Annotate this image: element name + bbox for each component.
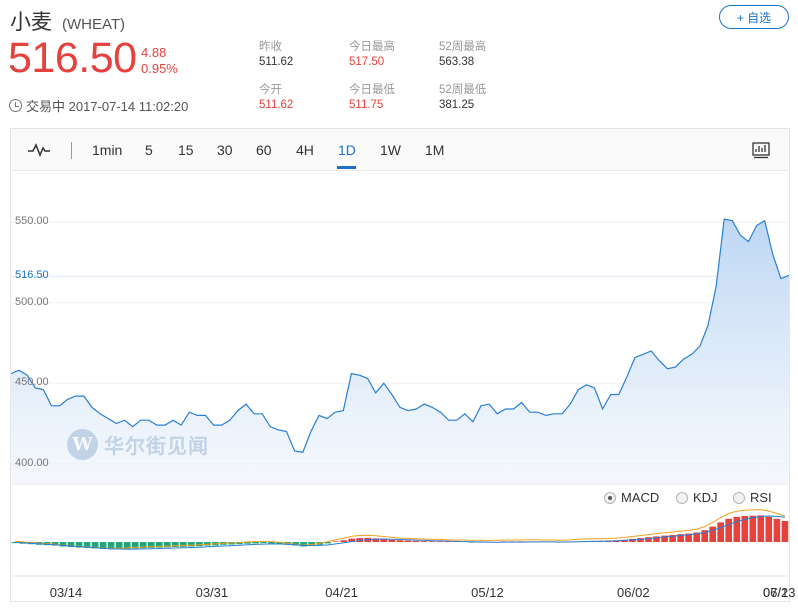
stat-label: 52周最高 bbox=[439, 41, 487, 53]
indicator-label: MACD bbox=[621, 490, 660, 505]
macd-bar bbox=[396, 540, 404, 542]
change-value: 4.88 bbox=[141, 45, 167, 60]
y-tick-label: 450.00 bbox=[15, 376, 49, 389]
stat-open: 今开 511.62 bbox=[259, 83, 293, 113]
macd-bar bbox=[404, 540, 412, 542]
change-percent: 0.95% bbox=[141, 61, 178, 76]
current-price-label: 516.50 bbox=[15, 269, 49, 282]
macd-bar bbox=[781, 521, 789, 542]
stat-label: 今日最低 bbox=[349, 84, 395, 96]
macd-bar bbox=[412, 540, 420, 542]
macd-bar bbox=[196, 542, 203, 547]
x-tick-label: 07/1 bbox=[763, 585, 789, 600]
macd-bar bbox=[436, 541, 444, 542]
stat-label: 52周最低 bbox=[439, 84, 487, 96]
add-to-watchlist-button[interactable]: + 自选 bbox=[719, 5, 789, 29]
stat-value: 563.38 bbox=[439, 56, 475, 68]
macd-bar bbox=[340, 540, 347, 542]
radio-icon[interactable] bbox=[676, 491, 688, 504]
macd-bar bbox=[252, 542, 259, 544]
indicator-label: RSI bbox=[750, 490, 772, 505]
macd-bar bbox=[749, 515, 757, 542]
indicator-label: KDJ bbox=[693, 490, 718, 505]
trading-status: 交易中 2017-07-14 11:02:20 bbox=[9, 96, 188, 115]
x-tick-label: 03/14 bbox=[49, 585, 83, 600]
price-change: 4.88 0.95% bbox=[141, 45, 178, 77]
instrument-name: 小麦 bbox=[10, 11, 52, 34]
trading-status-text: 交易中 2017-07-14 11:02:20 bbox=[26, 99, 189, 114]
macd-bar bbox=[757, 515, 765, 542]
stat-52w-high: 52周最高 563.38 bbox=[439, 40, 486, 70]
macd-bar bbox=[765, 516, 773, 542]
macd-bar bbox=[420, 541, 428, 542]
x-tick-label: 05/12 bbox=[471, 585, 504, 600]
macd-bar bbox=[428, 541, 436, 542]
indicator-macd[interactable]: MACD bbox=[604, 490, 659, 505]
last-price: 516.50 bbox=[8, 34, 137, 82]
macd-bar bbox=[773, 518, 781, 542]
instrument-code: (WHEAT) bbox=[62, 16, 126, 33]
macd-bar bbox=[180, 542, 187, 547]
stat-value: 381.25 bbox=[439, 99, 475, 111]
chart-panel: 1min 5 15 30 60 4H 1D 1W 1M 550.00 500.00… bbox=[10, 128, 795, 602]
macd-bar bbox=[725, 518, 732, 542]
watermark: W 华尔街见闻 bbox=[67, 429, 209, 460]
x-tick-label: 03/31 bbox=[195, 585, 229, 600]
stat-prev-close: 昨收 511.62 bbox=[259, 40, 293, 70]
instrument-title: 小麦 (WHEAT) bbox=[10, 6, 125, 36]
stat-label: 昨收 bbox=[259, 41, 282, 53]
stat-value: 511.75 bbox=[349, 99, 384, 111]
stat-value: 511.62 bbox=[259, 99, 294, 111]
price-chart[interactable] bbox=[11, 129, 789, 601]
x-tick-label: 04/21 bbox=[325, 585, 358, 600]
macd-bar bbox=[709, 526, 716, 542]
stat-day-high: 今日最高 517.50 bbox=[349, 40, 395, 70]
stat-value: 511.62 bbox=[259, 56, 294, 68]
stat-day-low: 今日最低 511.75 bbox=[349, 83, 395, 113]
watermark-logo-icon: W bbox=[67, 429, 98, 460]
indicator-kdj[interactable]: KDJ bbox=[676, 490, 718, 505]
stat-52w-low: 52周最低 381.25 bbox=[439, 83, 486, 113]
macd-bar bbox=[332, 541, 339, 542]
x-tick-label: 06/02 bbox=[617, 585, 650, 600]
y-tick-label: 400.00 bbox=[15, 456, 49, 469]
stat-label: 今开 bbox=[259, 84, 282, 96]
macd-bar bbox=[188, 542, 195, 547]
macd-bar bbox=[388, 539, 396, 542]
y-tick-label: 500.00 bbox=[15, 295, 49, 308]
radio-icon[interactable] bbox=[733, 491, 745, 504]
radio-selected-icon[interactable] bbox=[604, 491, 616, 504]
indicator-rsi[interactable]: RSI bbox=[733, 490, 772, 505]
clock-icon bbox=[9, 99, 22, 112]
macd-bar bbox=[717, 522, 724, 542]
stat-label: 今日最高 bbox=[349, 41, 395, 53]
stat-value: 517.50 bbox=[349, 56, 385, 68]
macd-bar bbox=[260, 542, 267, 544]
y-tick-label: 550.00 bbox=[15, 215, 49, 228]
watermark-text: 华尔街见闻 bbox=[104, 436, 209, 458]
